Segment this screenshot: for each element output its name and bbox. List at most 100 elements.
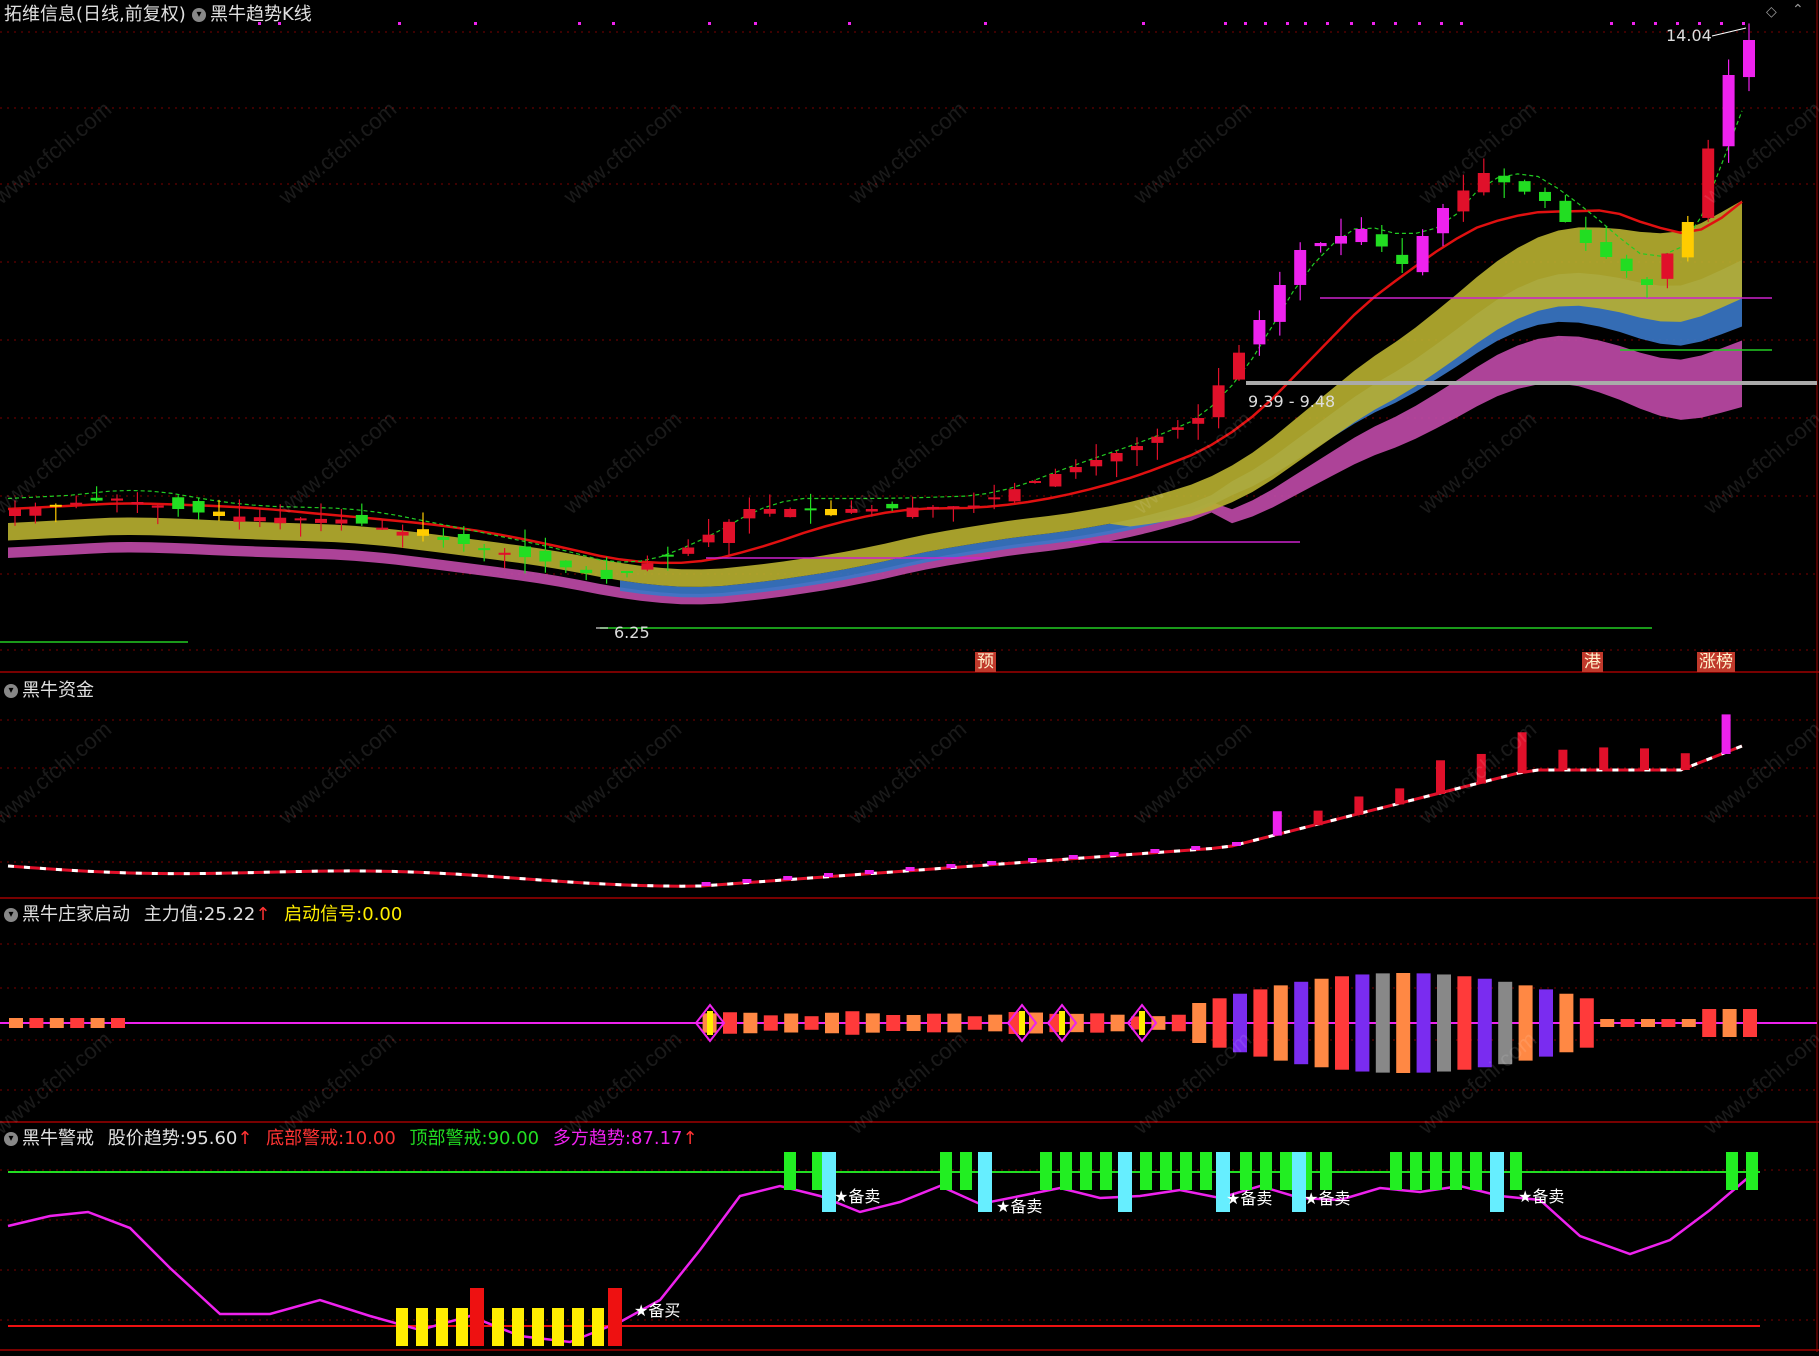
candle-body [1029, 481, 1041, 483]
candle-body [1477, 173, 1490, 193]
candle-body [1212, 385, 1225, 418]
start-bar [49, 1018, 64, 1028]
candle-body [1396, 254, 1409, 264]
start-bar [1233, 993, 1247, 1053]
bottom-alert-bar [456, 1308, 468, 1346]
sell-alert-bar [1490, 1152, 1504, 1212]
candle-body [151, 505, 164, 508]
candle-body [621, 571, 633, 574]
candle-body [661, 554, 674, 557]
start-bar [784, 1013, 799, 1033]
signal-dot [1264, 22, 1267, 25]
signal-dot [398, 22, 401, 25]
candle-body [192, 501, 205, 513]
candle-body [906, 507, 919, 518]
signal-dot [1224, 22, 1227, 25]
funds-bar [1476, 753, 1486, 784]
candle-body [825, 509, 837, 516]
collapse-icon[interactable]: ⌃ [1792, 2, 1804, 18]
funds-bar [946, 864, 956, 868]
candle-body [1314, 243, 1327, 247]
candle-body [29, 506, 42, 516]
candle-body [335, 519, 348, 524]
candle-body [355, 514, 368, 524]
sell-signal-tag: ★备卖 [834, 1187, 881, 1206]
bottom-alert-bar [532, 1308, 544, 1346]
start-bar [967, 1016, 982, 1030]
funds-bar [742, 879, 752, 883]
diamond-icon[interactable]: ◇ [1766, 4, 1777, 20]
signal-dot [1418, 22, 1421, 25]
funds-panel-header[interactable]: ▾ 黑牛资金 [4, 676, 94, 702]
start-bar [1110, 1014, 1125, 1032]
candle-body [1579, 229, 1592, 243]
alert-panel-header[interactable]: ▾ 黑牛警戒 股价趋势:95.60↑ 底部警戒:10.00 顶部警戒:90.00 … [4, 1124, 698, 1150]
indicator-label: 黑牛趋势K线 [210, 4, 312, 25]
start-bar [763, 1015, 778, 1031]
candle-body [90, 497, 103, 501]
sell-signal-tag: ★备卖 [1518, 1187, 1565, 1206]
marker-pre: 预 [975, 652, 996, 672]
start-bar [886, 1014, 901, 1032]
marker-hk: 港 [1582, 652, 1603, 672]
candle-body [1069, 467, 1082, 473]
bottom-alert-bar [592, 1308, 604, 1346]
candle-body [580, 569, 593, 574]
top-alert-bar [1060, 1152, 1072, 1190]
top-alert-bar [1040, 1152, 1052, 1190]
candle-body [376, 527, 389, 530]
candle-body [233, 516, 246, 522]
candle-body [1518, 181, 1531, 192]
start-panel-header[interactable]: ▾ 黑牛庄家启动 主力值:25.22↑ 启动信号:0.00 [4, 900, 402, 926]
candle-body [253, 517, 266, 522]
top-alert-label: 顶部警戒: [409, 1128, 488, 1149]
candle-body [988, 497, 1001, 500]
up-arrow-icon: ↑ [682, 1128, 698, 1149]
start-bar [825, 1012, 839, 1034]
indicator-name[interactable]: ▾ 黑牛趋势K线 [192, 0, 312, 26]
signal-dot [1304, 22, 1307, 25]
chevron-down-icon[interactable]: ▾ [4, 684, 18, 698]
top-alert-bar [1410, 1152, 1422, 1190]
candle-body [784, 509, 797, 518]
trend-value: 95.60 [185, 1128, 238, 1149]
candle-body [1437, 208, 1449, 234]
candle-body [1681, 222, 1694, 258]
candle-body [1620, 258, 1633, 271]
start-bar [1518, 985, 1533, 1061]
start-bar [1457, 976, 1472, 1070]
candle-body [1294, 250, 1307, 285]
chevron-down-icon[interactable]: ▾ [4, 908, 18, 922]
candle-body [1008, 489, 1021, 502]
start-bar [743, 1012, 758, 1034]
funds-bar [1150, 849, 1160, 853]
chevron-down-icon[interactable]: ▾ [4, 1132, 18, 1146]
start-bar [1335, 976, 1349, 1070]
candle-body [1253, 320, 1266, 345]
bottom-alert-value: 10.00 [344, 1128, 396, 1149]
chevron-down-icon[interactable]: ▾ [192, 8, 206, 22]
bottom-alert-bar [416, 1308, 428, 1346]
top-alert-bar [1390, 1152, 1402, 1190]
candle-body [559, 560, 572, 568]
start-bar [927, 1013, 941, 1033]
bottom-alert-bar [436, 1308, 448, 1346]
signal-dot [754, 22, 757, 25]
start-bar [1314, 978, 1329, 1068]
start-bar [1641, 1019, 1655, 1027]
candle-body [274, 517, 287, 524]
funds-bar [1640, 748, 1649, 770]
signal-dot [1440, 22, 1443, 25]
start-bar [1681, 1019, 1696, 1027]
marker-limit-up: 涨榜 [1697, 652, 1735, 672]
candle-body [763, 509, 776, 514]
signal-dot [474, 22, 477, 25]
candle-body [682, 547, 695, 554]
start-bar [1743, 1009, 1757, 1037]
start-bar [1212, 998, 1227, 1048]
signal-core [1139, 1011, 1145, 1035]
candle-body [1233, 352, 1245, 380]
signal-dot [1742, 22, 1745, 25]
start-bar [865, 1013, 880, 1033]
top-alert-bar [1430, 1152, 1442, 1190]
